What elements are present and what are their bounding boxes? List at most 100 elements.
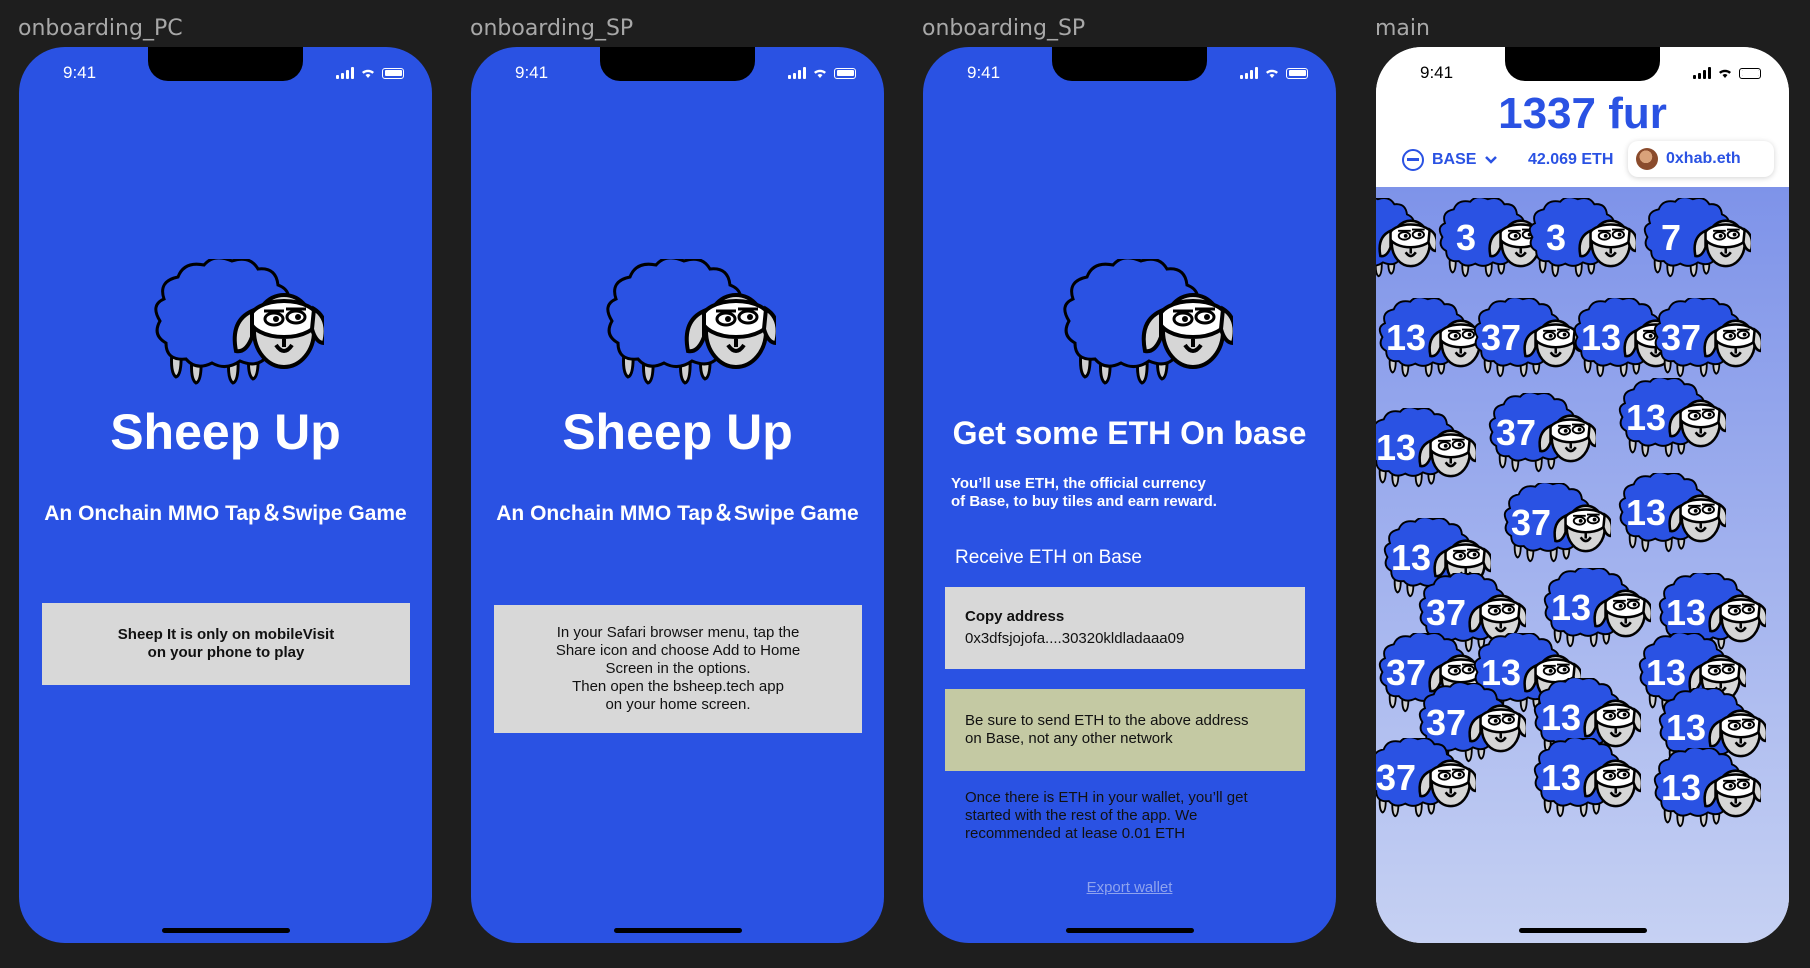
notch: [1052, 47, 1207, 81]
tile-count: 37: [1376, 757, 1417, 798]
app-title: Sheep Up: [110, 404, 341, 460]
footer-line-2: started with the rest of the app. We: [965, 807, 1198, 824]
phone-onboarding-sp: 9:41 Sheep Up An Onchain MMO Tap＆Swipe G…: [471, 47, 884, 943]
account-name: 0xhab.eth: [1666, 150, 1741, 167]
status-time: 9:41: [515, 63, 549, 82]
copy-address-label: Copy address: [965, 608, 1065, 625]
warning-line-1: Be sure to send ETH to the above address: [965, 712, 1249, 729]
instruction-line: In your Safari browser menu, tap the: [556, 624, 800, 641]
app-subtitle: An Onchain MMO Tap＆Swipe Game: [44, 502, 407, 525]
home-indicator: [614, 928, 742, 933]
tile-count: 13: [1540, 757, 1582, 798]
frame-label-onboarding-pc: onboarding_PC: [18, 16, 183, 41]
receive-heading: Receive ETH on Base: [955, 547, 1142, 568]
tile-count: 37: [1495, 412, 1537, 453]
warning-line-2: on Base, not any other network: [965, 730, 1173, 747]
tile-count: 1: [1376, 217, 1396, 259]
sheep-tile[interactable]: 13: [1376, 397, 1476, 501]
sheep-tile[interactable]: 13: [1606, 367, 1726, 471]
eth-footer-note: Once there is ETH in your wallet, you’ll…: [965, 789, 1248, 843]
battery-icon: [1739, 67, 1761, 79]
sheep-tile[interactable]: 37: [1376, 727, 1476, 831]
wifi-icon: [814, 69, 826, 78]
chevron-down-icon: [1485, 156, 1498, 164]
tile-count: 7: [1660, 217, 1682, 258]
tile-count: 13: [1385, 317, 1427, 358]
base-chain-icon: [1402, 149, 1424, 171]
eth-balance: 42.069 ETH: [1528, 151, 1614, 168]
sheep-tile[interactable]: 13: [1606, 462, 1726, 566]
status-time: 9:41: [1420, 63, 1454, 82]
notch: [1505, 47, 1660, 81]
tile-count: 37: [1660, 317, 1702, 358]
chain-selector[interactable]: BASE: [1402, 149, 1498, 171]
wallet-address: 0x3dfsjojofa....30320kldladaaa09: [965, 630, 1185, 647]
battery-icon: [382, 67, 404, 79]
notice-line-1: Sheep It is only on mobileVisit: [117, 626, 335, 643]
status-icons: [336, 67, 404, 79]
add-to-home-instructions: In your Safari browser menu, tap the Sha…: [494, 605, 862, 733]
phone-onboarding-pc: 9:41 Sheep Up An Onchain MMO Tap＆Swipe G…: [19, 47, 432, 943]
sheep-icon: [134, 259, 324, 389]
home-indicator: [1519, 928, 1647, 933]
app-subtitle: An Onchain MMO Tap＆Swipe Game: [496, 502, 859, 525]
frame-label-main: main: [1375, 16, 1430, 41]
sheep-tile[interactable]: 3: [1516, 187, 1636, 291]
signal-icon: [336, 67, 354, 79]
status-icons: [1240, 67, 1308, 79]
battery-icon: [1286, 67, 1308, 79]
phone-main: 1337133713371337133713133713133713133713…: [1376, 47, 1789, 943]
tile-count: 37: [1480, 317, 1522, 358]
eth-title: Get some ETH On base: [952, 415, 1307, 451]
fur-count: 1337 fur: [1498, 89, 1667, 138]
sheep-icon: [1043, 259, 1233, 389]
wifi-icon: [362, 69, 374, 78]
battery-icon: [834, 67, 856, 79]
wifi-icon: [1266, 69, 1278, 78]
signal-icon: [1693, 67, 1711, 79]
avatar: [1636, 148, 1658, 170]
account-button[interactable]: 0xhab.eth: [1628, 141, 1774, 177]
sheep-tile[interactable]: 13: [1641, 737, 1761, 841]
sheep-tile[interactable]: 7: [1631, 187, 1751, 291]
instruction-line: Screen in the options.: [605, 660, 751, 677]
wifi-icon: [1719, 69, 1731, 78]
instruction-line: Share icon and choose Add to Home: [555, 642, 801, 659]
eth-description-line-1: You’ll use ETH, the official currency: [951, 475, 1206, 492]
signal-icon: [788, 67, 806, 79]
chain-name: BASE: [1432, 151, 1477, 168]
status-time: 9:41: [967, 63, 1001, 82]
instruction-line: Then open the bsheep.tech app: [572, 678, 784, 695]
sheep-icon: [586, 259, 776, 389]
eth-description-line-2: of Base, to buy tiles and earn reward.: [951, 493, 1217, 510]
copy-address-button[interactable]: Copy address 0x3dfsjojofa....30320kldlad…: [945, 587, 1305, 669]
status-icons: [788, 67, 856, 79]
tile-count: 3: [1545, 217, 1567, 258]
app-title: Sheep Up: [562, 404, 793, 460]
tile-count: 13: [1625, 492, 1667, 533]
network-warning: Be sure to send ETH to the above address…: [945, 689, 1305, 771]
tile-count: 13: [1580, 317, 1622, 358]
notch: [600, 47, 755, 81]
export-wallet-link[interactable]: Export wallet: [923, 879, 1336, 896]
tile-count: 13: [1625, 397, 1667, 438]
signal-icon: [1240, 67, 1258, 79]
home-indicator: [1066, 928, 1194, 933]
notch: [148, 47, 303, 81]
eth-description: You’ll use ETH, the official currency of…: [951, 475, 1217, 511]
status-icons: [1693, 67, 1761, 79]
frame-label-onboarding-sp-eth: onboarding_SP: [922, 16, 1086, 41]
sheep-tile[interactable]: 37: [1476, 382, 1596, 486]
tile-field[interactable]: 1337133713371337133713133713133713133713…: [1376, 187, 1789, 943]
notice-line-2: on your phone to play: [147, 644, 305, 661]
tile-count: 13: [1660, 767, 1702, 808]
tile-count: 3: [1455, 217, 1477, 258]
home-indicator: [162, 928, 290, 933]
tile-count: 13: [1376, 427, 1417, 468]
sheep-tile[interactable]: 13: [1521, 727, 1641, 831]
instruction-line: on your home screen.: [605, 696, 751, 713]
frame-label-onboarding-sp: onboarding_SP: [470, 16, 634, 41]
footer-line-1: Once there is ETH in your wallet, you’ll…: [965, 789, 1248, 806]
mobile-only-notice: Sheep It is only on mobileVisit on your …: [42, 603, 410, 685]
status-time: 9:41: [63, 63, 97, 82]
